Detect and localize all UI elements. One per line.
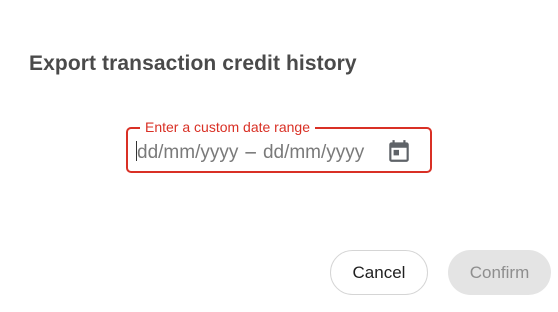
dialog-title: Export transaction credit history	[29, 52, 357, 75]
date-range-label: Enter a custom date range	[140, 119, 315, 135]
date-range-inputs[interactable]: dd/mm/yyyy – dd/mm/yyyy	[136, 141, 366, 163]
export-dialog: Export transaction credit history Enter …	[0, 0, 558, 312]
confirm-button[interactable]: Confirm	[448, 250, 551, 295]
date-range-separator: –	[245, 142, 256, 163]
date-range-field[interactable]: Enter a custom date range dd/mm/yyyy – dd/…	[126, 119, 432, 173]
calendar-toggle-button[interactable]	[386, 138, 412, 164]
end-date-input[interactable]: dd/mm/yyyy	[263, 142, 364, 163]
start-date-input[interactable]: dd/mm/yyyy	[137, 142, 238, 163]
calendar-icon	[389, 140, 409, 162]
cancel-button[interactable]: Cancel	[330, 250, 428, 295]
